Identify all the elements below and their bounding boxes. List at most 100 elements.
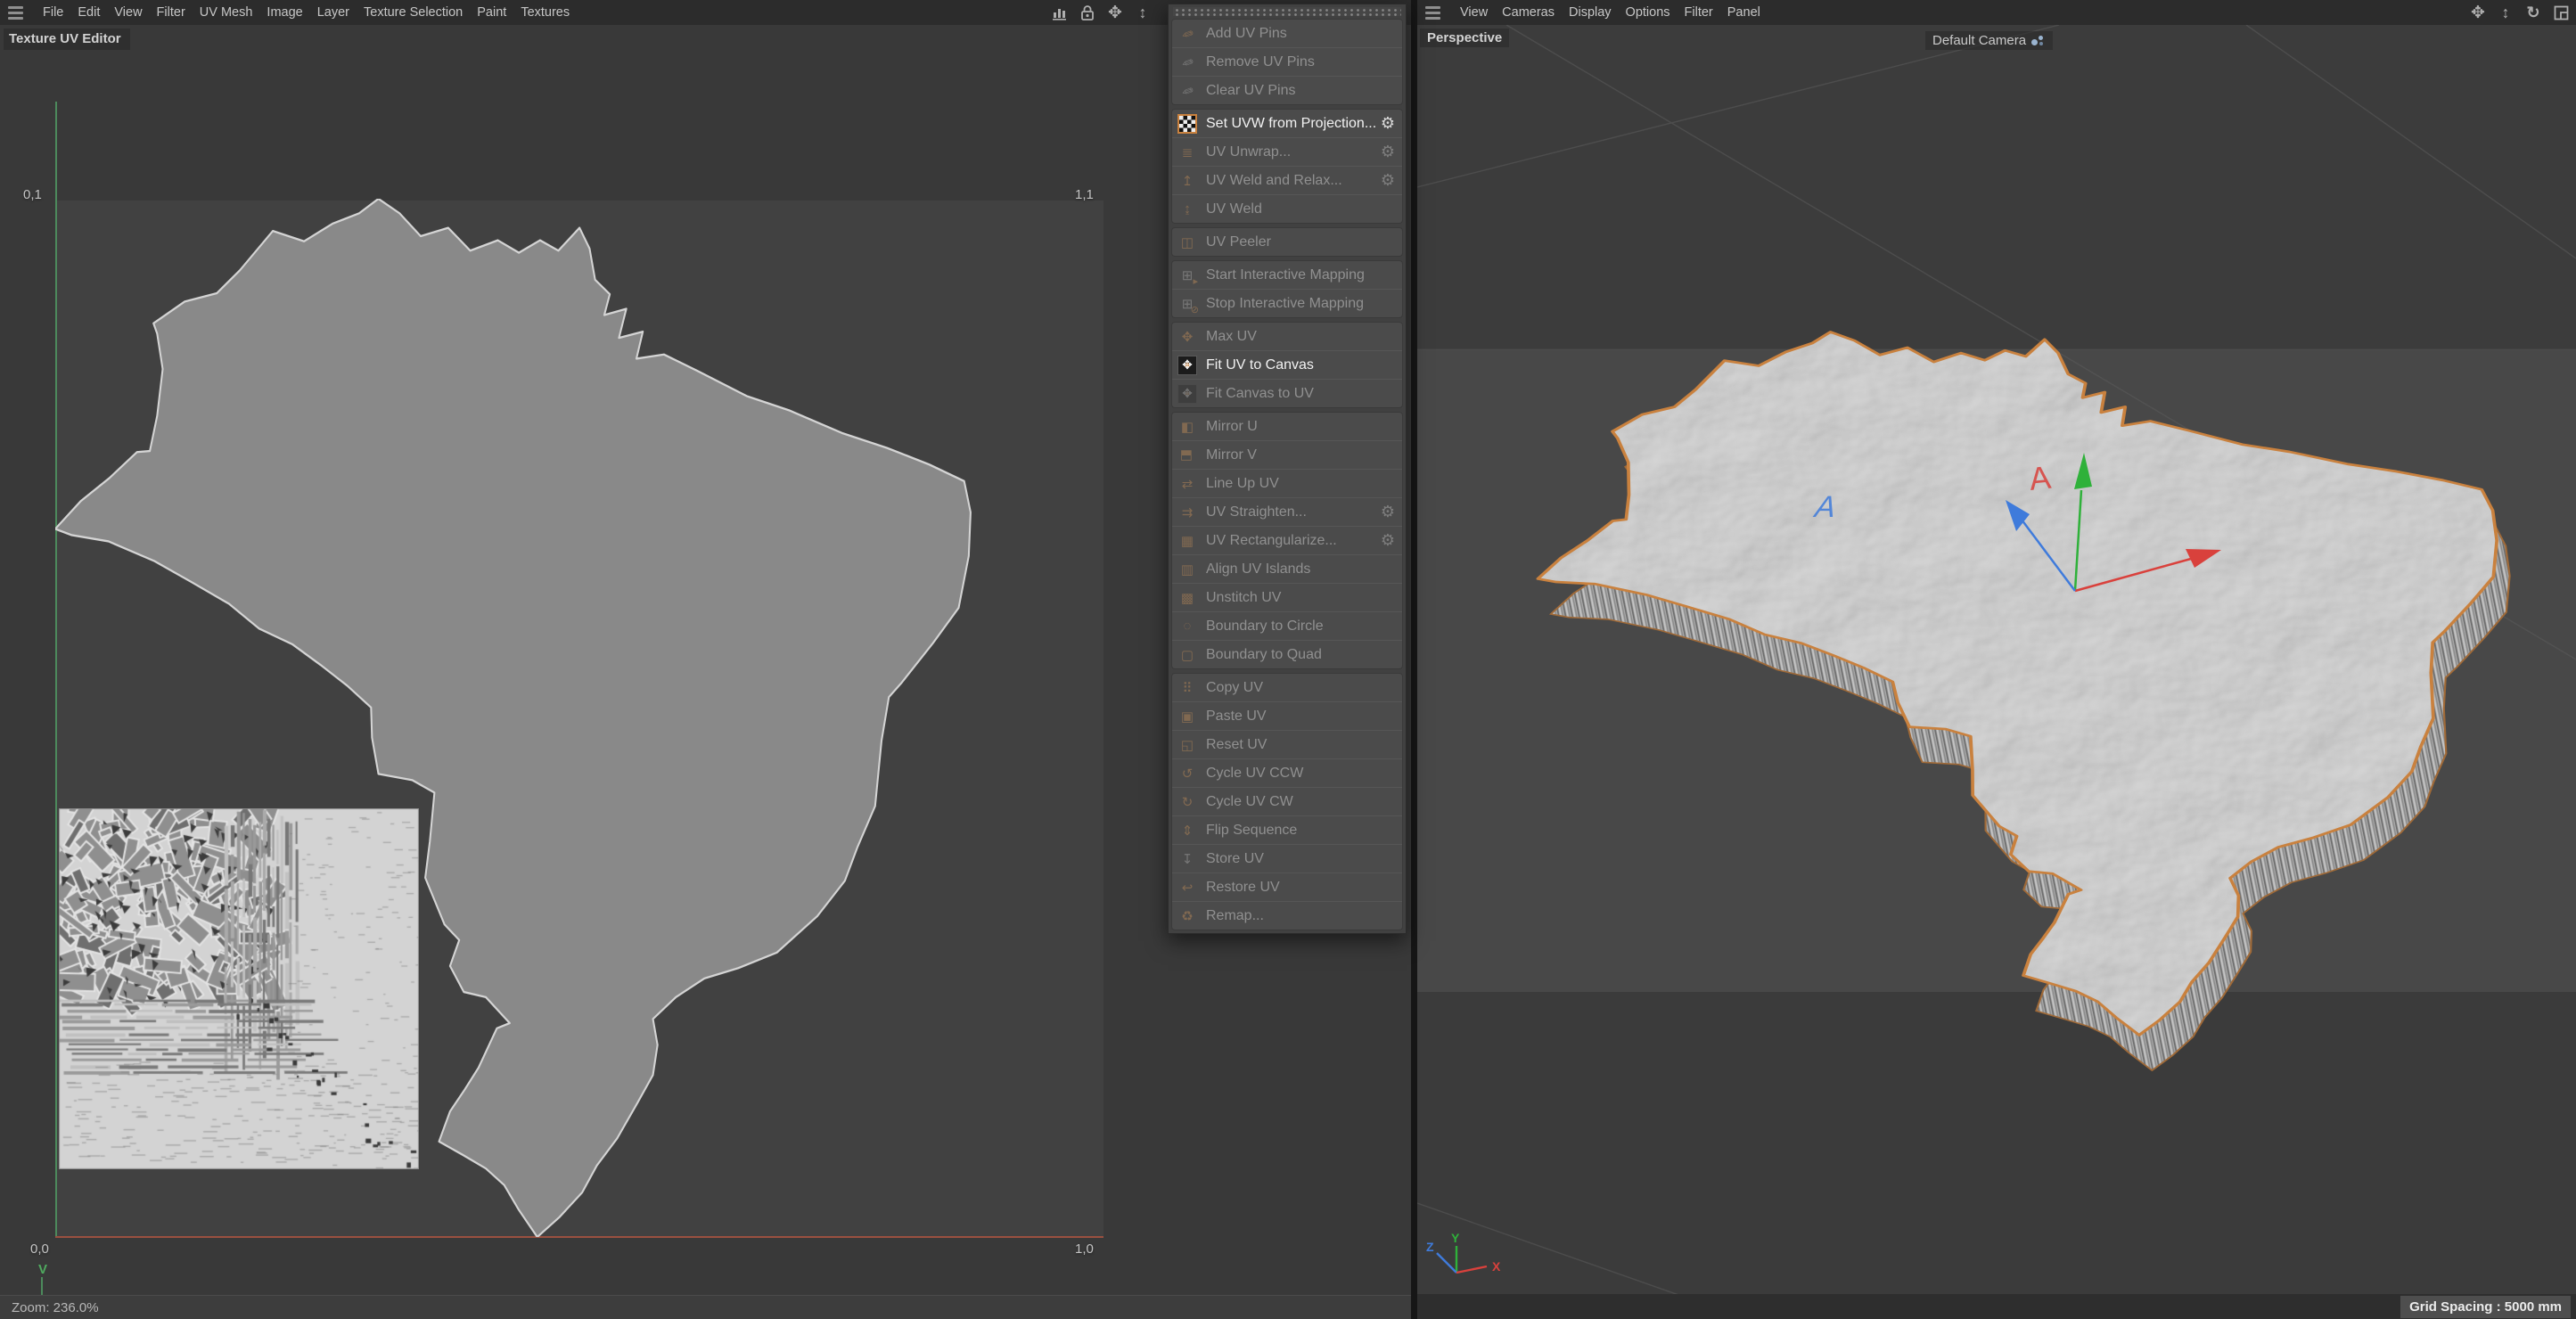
menu-item-uv-peeler[interactable]: ◫UV Peeler [1172, 228, 1402, 256]
gear-icon[interactable]: ⚙ [1381, 143, 1395, 161]
menu-image[interactable]: Image [259, 5, 309, 20]
menu-item-clear-uv-pins[interactable]: ✎Clear UV Pins [1172, 76, 1402, 104]
menu-item-mirror-u[interactable]: ◧Mirror U [1172, 413, 1402, 440]
gear-icon[interactable]: ⚙ [1381, 171, 1395, 190]
view-mode-label[interactable]: Perspective [1420, 29, 1509, 47]
svg-text:X: X [1492, 1259, 1501, 1274]
axis-gizmo[interactable]: A A A Y Z X [1417, 0, 2576, 1319]
menu-item-max-uv[interactable]: ✥Max UV [1172, 323, 1402, 350]
menu-item-add-uv-pins[interactable]: ✎Add UV Pins [1172, 20, 1402, 47]
menu-item-uv-weld-and-relax[interactable]: ↥UV Weld and Relax...⚙ [1172, 166, 1402, 194]
menu-item-label: Cycle UV CCW [1206, 766, 1303, 782]
lock-icon[interactable] [1078, 3, 1097, 22]
menu-item-line-up-uv[interactable]: ⇄Line Up UV [1172, 469, 1402, 497]
menu-layer[interactable]: Layer [310, 5, 357, 20]
menu-item-mirror-v[interactable]: ◧Mirror V [1172, 440, 1402, 469]
menu-item-uv-unwrap[interactable]: ≣UV Unwrap...⚙ [1172, 137, 1402, 166]
menu-item-label: Remap... [1206, 908, 1264, 924]
menu-item-uv-weld[interactable]: ↨UV Weld [1172, 194, 1402, 223]
uv-corner-label-10: 1,0 [1075, 1241, 1094, 1257]
menu-item-reset-uv[interactable]: ◱Reset UV [1172, 730, 1402, 758]
menu-uv-mesh[interactable]: UV Mesh [193, 5, 260, 20]
pan-icon[interactable]: ✥ [2468, 3, 2488, 22]
hamburger-menu-icon[interactable] [1425, 6, 1440, 20]
uv-editor-toolbar: ✥↕ [1050, 0, 1153, 25]
cinema4d-window: FileEditViewFilterUV MeshImageLayerTextu… [0, 0, 2576, 1319]
uv-packed-islands-thumbnail[interactable] [59, 808, 419, 1169]
paste-icon: ▣ [1177, 708, 1197, 725]
menu-texture-selection[interactable]: Texture Selection [357, 5, 470, 20]
chart-icon[interactable] [1050, 3, 1070, 22]
cycle-ccw-icon: ↺ [1177, 765, 1197, 782]
menu-item-label: UV Unwrap... [1206, 144, 1291, 160]
restore-icon: ↩ [1177, 879, 1197, 897]
camera-label[interactable]: Default Camera [1925, 31, 2053, 50]
menu-panel[interactable]: Panel [1720, 5, 1768, 20]
uv-context-menu: ✎Add UV Pins✎Remove UV Pins✎Clear UV Pin… [1168, 4, 1407, 934]
menu-item-label: Set UVW from Projection... [1206, 116, 1376, 132]
menu-item-align-uv-islands[interactable]: ▥Align UV Islands [1172, 554, 1402, 583]
menu-item-restore-uv[interactable]: ↩ Restore UV [1172, 873, 1402, 901]
viewport-menubar: ViewCamerasDisplayOptionsFilterPanel ✥ ↕ ↻ [1417, 0, 2576, 25]
gear-icon[interactable]: ⚙ [1381, 114, 1395, 133]
menu-item-remove-uv-pins[interactable]: ✎Remove UV Pins [1172, 47, 1402, 76]
maximize-icon[interactable] [2551, 3, 2571, 22]
menu-display[interactable]: Display [1562, 5, 1619, 20]
menu-item-cycle-uv-ccw[interactable]: ↺ Cycle UV CCW [1172, 758, 1402, 787]
menu-item-paste-uv[interactable]: ▣ Paste UV [1172, 701, 1402, 730]
weld-relax-icon: ↥ [1177, 172, 1197, 190]
menu-item-label: UV Weld [1206, 201, 1262, 217]
menu-item-remap[interactable]: ♻Remap... [1172, 901, 1402, 930]
menu-view[interactable]: View [1453, 5, 1495, 20]
menu-file[interactable]: File [36, 5, 70, 20]
menu-cameras[interactable]: Cameras [1495, 5, 1562, 20]
x-axis-arrow[interactable] [2186, 549, 2221, 568]
gizmo-letter-red: A [2028, 459, 2053, 497]
menu-item-boundary-to-quad[interactable]: ▢Boundary to Quad [1172, 640, 1402, 668]
menu-item-uv-rectangularize[interactable]: ▦UV Rectangularize...⚙ [1172, 526, 1402, 554]
hamburger-menu-icon[interactable] [8, 6, 23, 20]
gear-icon[interactable]: ⚙ [1381, 503, 1395, 521]
menu-item-stop-interactive-mapping[interactable]: ⊞Stop Interactive Mapping [1172, 289, 1402, 317]
menu-filter[interactable]: Filter [1678, 5, 1720, 20]
menu-paint[interactable]: Paint [470, 5, 513, 20]
menu-item-start-interactive-mapping[interactable]: ⊞Start Interactive Mapping [1172, 261, 1402, 289]
menu-item-fit-uv-to-canvas[interactable]: ✥Fit UV to Canvas [1172, 350, 1402, 379]
menu-item-uv-straighten[interactable]: ⇉UV Straighten...⚙ [1172, 497, 1402, 526]
menu-item-flip-sequence[interactable]: ⇕Flip Sequence [1172, 815, 1402, 844]
menu-item-label: Restore UV [1206, 880, 1280, 896]
menu-item-store-uv[interactable]: ↧Store UV [1172, 844, 1402, 873]
menu-edit[interactable]: Edit [70, 5, 107, 20]
menu-item-label: Paste UV [1206, 709, 1267, 725]
menu-item-label: Max UV [1206, 329, 1257, 345]
menu-item-label: Start Interactive Mapping [1206, 267, 1365, 283]
menu-item-unstitch-uv[interactable]: ▩Unstitch UV [1172, 583, 1402, 611]
menu-view[interactable]: View [107, 5, 149, 20]
zoom-icon[interactable]: ↕ [1133, 3, 1153, 22]
menu-item-cycle-uv-cw[interactable]: ↻Cycle UV CW [1172, 787, 1402, 815]
rotate-icon[interactable]: ↻ [2523, 3, 2543, 22]
menu-filter[interactable]: Filter [150, 5, 193, 20]
menu-item-fit-canvas-to-uv[interactable]: ✥Fit Canvas to UV [1172, 379, 1402, 407]
menu-item-set-uvw-from-projection[interactable]: Set UVW from Projection... ⚙ [1172, 110, 1402, 137]
menu-item-label: Flip Sequence [1206, 823, 1297, 839]
menu-item-label: Boundary to Circle [1206, 619, 1324, 635]
panel-divider[interactable] [1411, 0, 1417, 1319]
gear-icon[interactable]: ⚙ [1381, 531, 1395, 550]
interactive-stop-icon: ⊞ [1177, 295, 1197, 313]
menu-tearoff-handle[interactable] [1173, 7, 1401, 16]
zoom-icon[interactable]: ↕ [2496, 3, 2515, 22]
pan-icon[interactable]: ✥ [1105, 3, 1125, 22]
menu-options[interactable]: Options [1619, 5, 1678, 20]
fit-uv-icon: ✥ [1177, 356, 1197, 374]
menu-item-copy-uv[interactable]: ⠿Copy UV [1172, 674, 1402, 701]
menu-item-boundary-to-circle[interactable]: ◌Boundary to Circle [1172, 611, 1402, 640]
svg-text:Z: Z [1426, 1240, 1434, 1254]
copy-icon: ⠿ [1177, 679, 1197, 697]
grid-spacing-label: Grid Spacing : 5000 mm [2400, 1296, 2571, 1318]
menu-item-label: Align UV Islands [1206, 561, 1310, 578]
menu-item-label: Cycle UV CW [1206, 794, 1293, 810]
perspective-viewport-panel[interactable]: A A A Y Z X ViewCamerasDisplayOptionsFil… [1417, 0, 2576, 1319]
y-axis-arrow[interactable] [2074, 453, 2092, 489]
menu-textures[interactable]: Textures [513, 5, 577, 20]
